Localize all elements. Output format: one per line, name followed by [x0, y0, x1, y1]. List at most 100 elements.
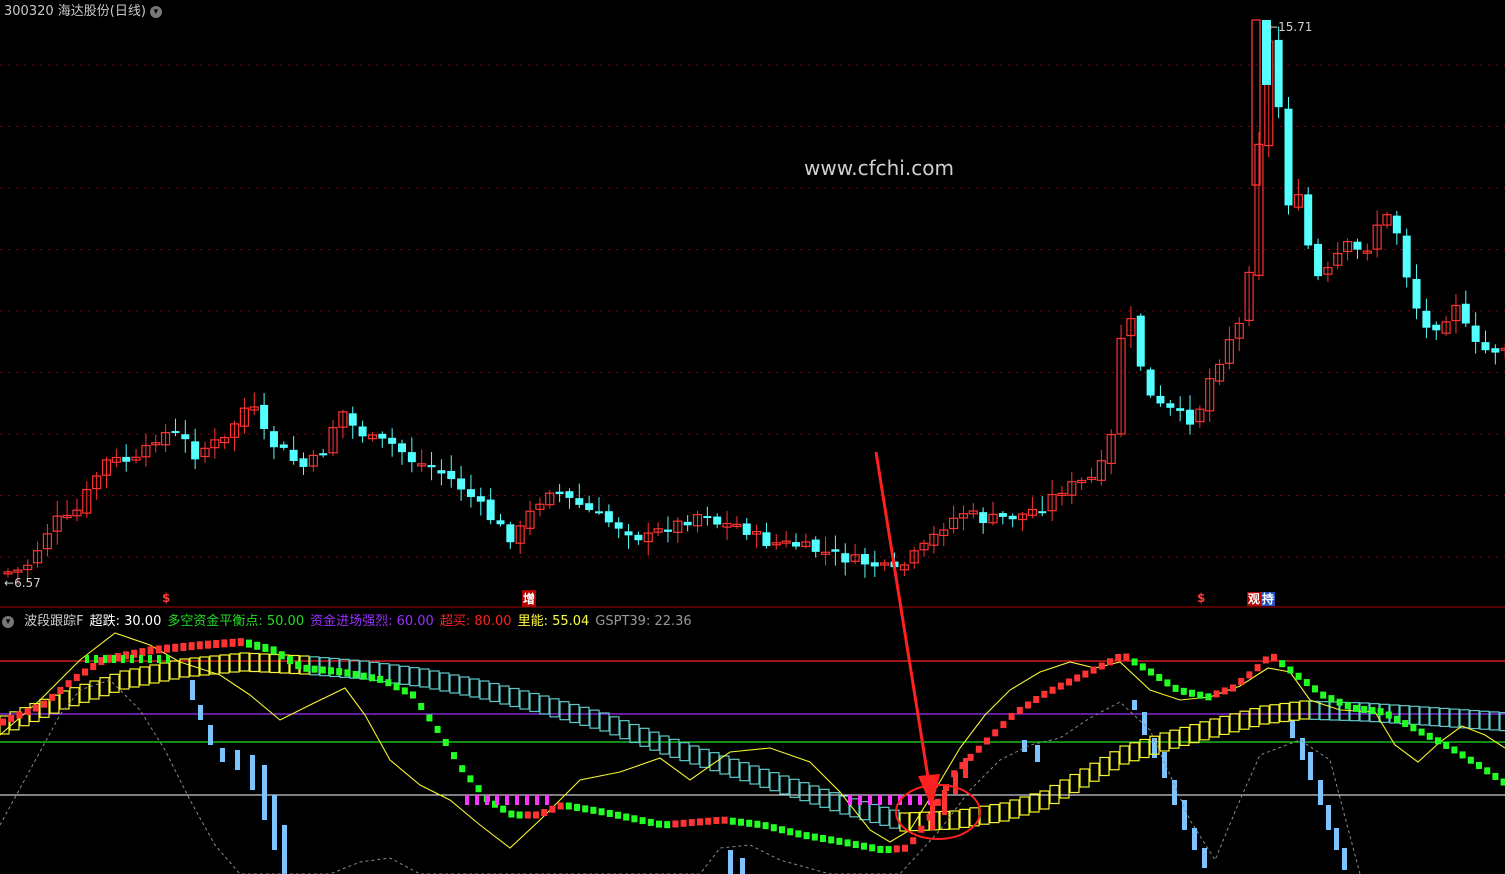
candle-body-down: [388, 437, 397, 444]
indicator-box: [579, 706, 590, 726]
indicator-dot: [516, 811, 523, 819]
indicator-dot: [1238, 677, 1245, 685]
indicator-dot: [762, 822, 769, 830]
candle-body-down: [1038, 511, 1047, 514]
candle-body-down: [634, 534, 643, 541]
indicator-bar-blue: [1132, 700, 1137, 710]
indicator-box: [69, 687, 80, 707]
watermark: www.cfchi.com: [804, 156, 954, 180]
indicator-box: [1069, 773, 1080, 794]
indicator-dot: [647, 818, 654, 826]
indicator-dot: [910, 837, 917, 845]
indicator-dot: [90, 663, 97, 671]
indicator-dot: [336, 668, 343, 676]
indicator-dot: [623, 813, 630, 821]
indicator-box: [1289, 701, 1300, 721]
indicator-box: [969, 807, 980, 827]
candle-body-down: [476, 496, 485, 502]
indicator-dot: [688, 819, 695, 827]
indicator-box: [1169, 729, 1180, 749]
indicator-dot: [574, 803, 580, 811]
signal-mark-zeng: 增: [522, 590, 537, 607]
chevron-down-icon[interactable]: ▾: [149, 6, 162, 18]
indicator-dot: [631, 815, 638, 823]
candle-body-down: [555, 491, 564, 495]
indicator-box: [479, 680, 490, 700]
overbought-tick: [85, 655, 89, 663]
oversold-tick: [535, 795, 539, 805]
candle-body-down: [378, 433, 387, 439]
indicator-dot: [188, 642, 195, 651]
indicator-bar-blue: [1326, 805, 1331, 830]
indicator-dot: [262, 643, 269, 652]
oversold-tick: [545, 795, 549, 805]
indicator-dot: [918, 825, 925, 833]
indicator-bar-blue: [208, 725, 213, 745]
indicator-box: [609, 716, 620, 736]
candle-body-down: [1314, 243, 1323, 277]
overbought-tick: [130, 655, 134, 663]
signal-bar: [942, 790, 947, 815]
candle-body-down: [604, 511, 613, 523]
indicator-box: [1229, 713, 1240, 733]
indicator-name: 波段跟踪F: [24, 614, 84, 629]
overbought-tick: [94, 655, 98, 663]
indicator-dot: [1131, 658, 1138, 666]
indicator-bar-blue: [250, 755, 255, 790]
indicator-box: [1109, 751, 1120, 771]
overbought-tick: [157, 655, 161, 663]
indicator-box: [869, 803, 880, 824]
indicator-dot: [1451, 746, 1458, 754]
indicator-box: [1129, 742, 1140, 762]
indicator-box: [1499, 712, 1505, 732]
candle-body-down: [319, 453, 328, 456]
chevron-down-icon[interactable]: ▾: [2, 616, 14, 628]
indicator-dot: [475, 785, 482, 793]
candle-body-down: [703, 516, 712, 519]
candle-body-down: [398, 443, 406, 453]
indicator-dot: [869, 844, 876, 852]
indicator-dot: [541, 809, 548, 817]
indicator-dot: [1090, 666, 1097, 674]
indicator-dot: [172, 643, 179, 652]
indicator-box: [559, 701, 570, 721]
indicator-dot: [1115, 653, 1122, 661]
candle-body-down: [1461, 303, 1470, 324]
indicator-box: [839, 795, 850, 815]
candle-body-down: [269, 431, 278, 448]
candle-body-down: [1136, 315, 1145, 367]
indicator-value-5: GSPT39: 22.36: [595, 614, 692, 629]
indicator-dot: [106, 654, 113, 663]
candle-body-down: [792, 542, 800, 547]
indicator-box: [79, 683, 90, 703]
oversold-tick: [505, 795, 509, 805]
indicator-dot: [393, 683, 400, 691]
candle-body-down: [279, 444, 288, 448]
indicator-box: [159, 662, 170, 682]
indicator-box: [1469, 709, 1480, 730]
indicator-dot: [1295, 672, 1302, 680]
stock-chart-window: 300320 海达股份(日线) ▾ www.cfchi.com ←15.71 ←6…: [0, 0, 1505, 874]
indicator-box: [459, 676, 470, 696]
indicator-dot: [1279, 660, 1286, 668]
indicator-dot: [639, 817, 646, 825]
stock-title[interactable]: 300320 海达股份(日线) ▾: [4, 0, 162, 19]
indicator-bar-blue: [740, 858, 745, 874]
indicator-dot: [229, 638, 236, 647]
overbought-tick: [112, 655, 116, 663]
indicator-bar-blue: [1290, 720, 1295, 738]
indicator-box: [709, 752, 720, 772]
indicator-dot: [877, 845, 884, 853]
signal-mark-guan-chi: 观持: [1247, 592, 1276, 606]
indicator-dot: [664, 821, 671, 829]
indicator-box: [649, 731, 660, 751]
indicator-dot: [1394, 715, 1400, 723]
indicator-dot: [1328, 695, 1335, 703]
indicator-dot: [1000, 721, 1007, 729]
indicator-dot: [1254, 664, 1261, 672]
candle-body-down: [1491, 348, 1500, 353]
indicator-bar-blue: [220, 748, 225, 762]
oversold-tick: [878, 795, 882, 805]
indicator-dot: [615, 811, 621, 819]
indicator-dot: [401, 687, 408, 695]
